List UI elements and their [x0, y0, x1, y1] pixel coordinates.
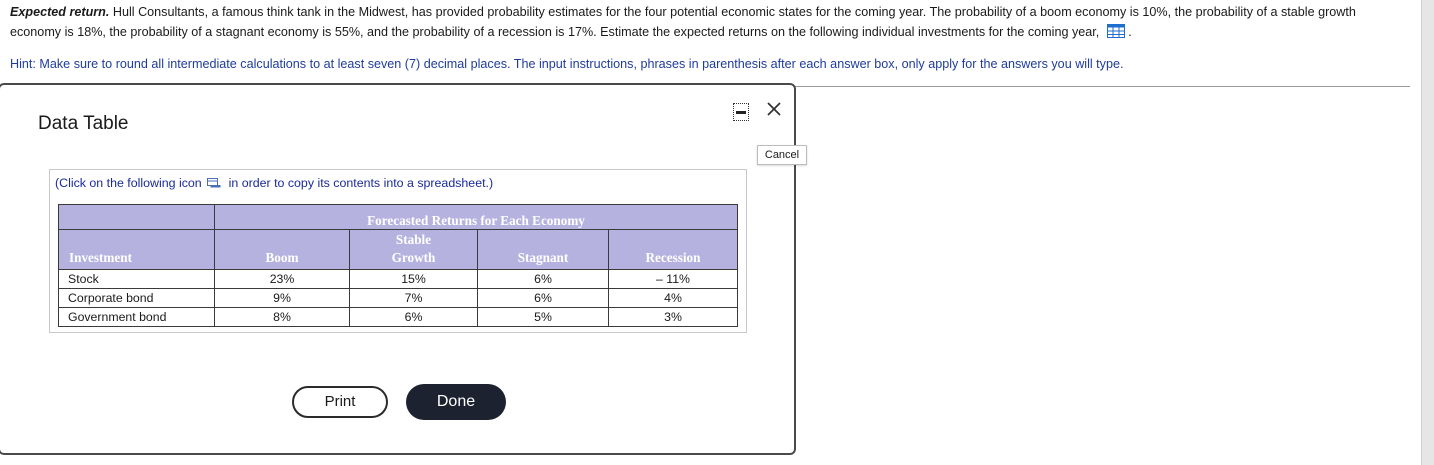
header-boom: Boom: [214, 229, 350, 270]
cell-boom: 23%: [214, 269, 350, 289]
copy-note-before: (Click on the following icon: [55, 176, 202, 190]
table-row: Government bond 8% 6% 5% 3%: [58, 307, 738, 327]
cell-investment: Corporate bond: [58, 288, 215, 308]
header-stable-line1: Stable: [395, 232, 432, 247]
table-row: Corporate bond 9% 7% 6% 4%: [58, 288, 738, 308]
copy-instruction: (Click on the following icon in order to…: [55, 176, 493, 190]
cell-recession: 3%: [608, 307, 738, 327]
cell-investment: Stock: [58, 269, 215, 289]
problem-statement: Expected return. Hull Consultants, a fam…: [10, 2, 1410, 42]
close-icon[interactable]: [764, 99, 784, 119]
copy-spreadsheet-icon[interactable]: [207, 177, 221, 188]
dialog-title: Data Table: [38, 113, 129, 134]
returns-table: Forecasted Returns for Each Economy Inve…: [58, 204, 738, 327]
print-button[interactable]: Print: [292, 386, 388, 418]
copy-note-after: in order to copy its contents into a spr…: [228, 176, 494, 190]
data-panel: (Click on the following icon in order to…: [49, 169, 747, 333]
table-grid-icon[interactable]: [1106, 24, 1125, 38]
cell-recession: – 11%: [608, 269, 738, 289]
cell-stagnant: 5%: [477, 307, 609, 327]
data-table-dialog: Data Table (Click on the following icon …: [0, 83, 796, 455]
done-button[interactable]: Done: [406, 384, 506, 420]
cell-stable: 6%: [349, 307, 478, 327]
cell-stable: 7%: [349, 288, 478, 308]
header-blank: [58, 204, 215, 230]
hint-text: Hint: Make sure to round all intermediat…: [10, 57, 1124, 71]
header-stable-growth: Stable Growth: [349, 229, 478, 270]
cell-recession: 4%: [608, 288, 738, 308]
cell-stable: 15%: [349, 269, 478, 289]
group-header: Forecasted Returns for Each Economy: [214, 204, 738, 230]
table-row: Stock 23% 15% 6% – 11%: [58, 269, 738, 289]
header-stable-line2: Growth: [391, 250, 436, 265]
problem-text: Hull Consultants, a famous think tank in…: [10, 5, 1356, 39]
cell-stagnant: 6%: [477, 288, 609, 308]
problem-lead: Expected return.: [10, 5, 110, 19]
header-investment: Investment: [58, 229, 215, 270]
cell-stagnant: 6%: [477, 269, 609, 289]
header-recession: Recession: [608, 229, 738, 270]
cell-boom: 8%: [214, 307, 350, 327]
minimize-icon[interactable]: [733, 103, 749, 121]
cancel-button[interactable]: Cancel: [757, 145, 807, 165]
problem-end: .: [1128, 25, 1132, 39]
cell-investment: Government bond: [58, 307, 215, 327]
page-scrollbar[interactable]: [1421, 0, 1434, 465]
cell-boom: 9%: [214, 288, 350, 308]
header-stagnant: Stagnant: [477, 229, 609, 270]
